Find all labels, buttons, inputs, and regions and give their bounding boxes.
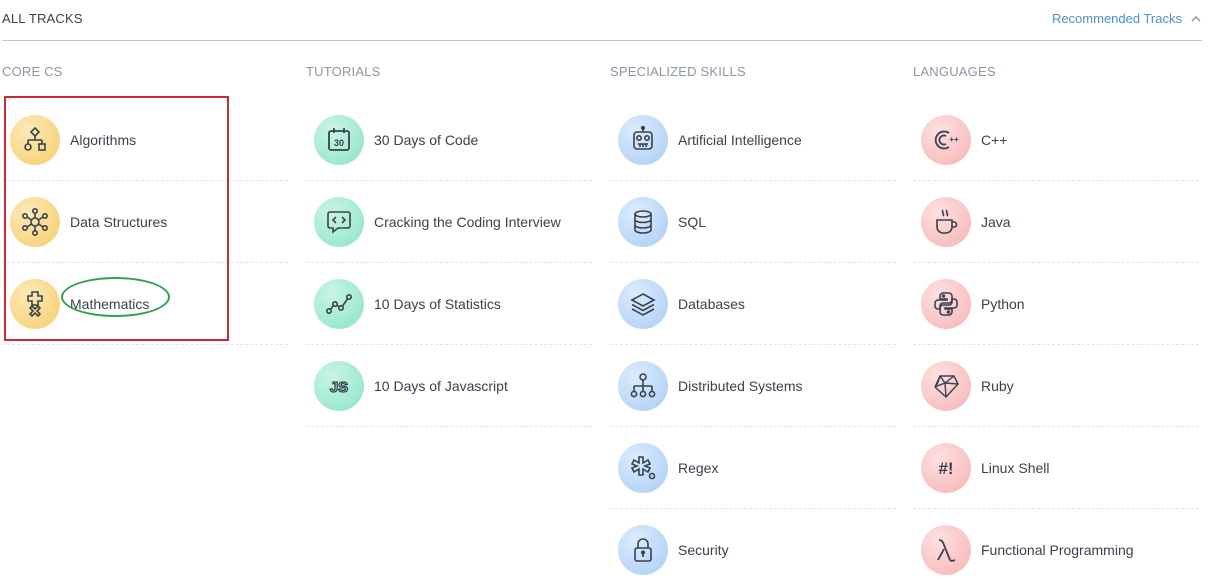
- js-icon: JS: [314, 361, 364, 411]
- code-chat-icon: [314, 197, 364, 247]
- asterisk-dot-icon: [618, 443, 668, 493]
- math-operators-icon: [10, 279, 60, 329]
- svg-text:30: 30: [334, 138, 344, 148]
- track-functional-programming[interactable]: Functional Programming: [913, 510, 1199, 584]
- track-label: Distributed Systems: [678, 378, 803, 394]
- track-label: Linux Shell: [981, 460, 1050, 476]
- calendar-30-icon: 30: [314, 115, 364, 165]
- track-databases[interactable]: Databases: [610, 264, 896, 345]
- column-languages: LANGUAGES ++ C++ Java Python Ruby #! Lin…: [913, 64, 1199, 584]
- padlock-icon: [618, 525, 668, 575]
- column-heading: LANGUAGES: [913, 64, 996, 79]
- coffee-cup-icon: [921, 197, 971, 247]
- recommended-tracks-label: Recommended Tracks: [1051, 11, 1182, 26]
- track-algorithms[interactable]: Algorithms: [2, 100, 288, 181]
- track-label: Functional Programming: [981, 542, 1134, 558]
- lambda-icon: [921, 525, 971, 575]
- database-stack-icon: [618, 197, 668, 247]
- track-label: 30 Days of Code: [374, 132, 479, 148]
- track-label: Ruby: [981, 378, 1014, 394]
- column-core-cs: CORE CS Algorithms Data Structures Mathe…: [2, 64, 288, 345]
- track-label: C++: [981, 132, 1008, 148]
- track-label: Java: [981, 214, 1011, 230]
- track-python[interactable]: Python: [913, 264, 1199, 345]
- all-tracks-page: ALL TRACKS Recommended Tracks CORE CS Al…: [0, 0, 1221, 584]
- track-label: 10 Days of Javascript: [374, 378, 508, 394]
- recommended-tracks-toggle[interactable]: Recommended Tracks: [1052, 11, 1202, 26]
- track-distributed-systems[interactable]: Distributed Systems: [610, 346, 896, 427]
- track-label: Databases: [678, 296, 745, 312]
- python-logo-icon: [921, 279, 971, 329]
- robot-icon: [618, 115, 668, 165]
- track-ruby[interactable]: Ruby: [913, 346, 1199, 427]
- column-heading: SPECIALIZED SKILLS: [610, 64, 746, 79]
- column-tutorials: TUTORIALS 30 30 Days of Code Cracking th…: [306, 64, 592, 427]
- layers-icon: [618, 279, 668, 329]
- track-sql[interactable]: SQL: [610, 182, 896, 263]
- column-heading: CORE CS: [2, 64, 63, 79]
- track-label: Cracking the Coding Interview: [374, 214, 561, 230]
- ruby-gem-icon: [921, 361, 971, 411]
- track-security[interactable]: Security: [610, 510, 896, 584]
- svg-text:JS: JS: [330, 379, 348, 396]
- cpp-icon: ++: [921, 115, 971, 165]
- track-cpp[interactable]: ++ C++: [913, 100, 1199, 181]
- track-label: Artificial Intelligence: [678, 132, 802, 148]
- track-data-structures[interactable]: Data Structures: [2, 182, 288, 263]
- chevron-up-icon: [1191, 15, 1201, 22]
- track-10-days-of-statistics[interactable]: 10 Days of Statistics: [306, 264, 592, 345]
- column-heading: TUTORIALS: [306, 64, 381, 79]
- track-java[interactable]: Java: [913, 182, 1199, 263]
- column-specialized-skills: SPECIALIZED SKILLS Artificial Intelligen…: [610, 64, 896, 584]
- track-label: Python: [981, 296, 1025, 312]
- track-label: 10 Days of Statistics: [374, 296, 501, 312]
- header-title: ALL TRACKS: [2, 11, 83, 26]
- track-label: Algorithms: [70, 132, 137, 148]
- track-linux-shell[interactable]: #! Linux Shell: [913, 428, 1199, 509]
- network-nodes-icon: [10, 197, 60, 247]
- svg-text:#!: #!: [938, 459, 953, 478]
- track-cracking-the-coding-interview[interactable]: Cracking the Coding Interview: [306, 182, 592, 263]
- track-label: SQL: [678, 214, 707, 230]
- hierarchy-icon: [618, 361, 668, 411]
- algorithm-flowchart-icon: [10, 115, 60, 165]
- shell-hash-icon: #!: [921, 443, 971, 493]
- track-mathematics[interactable]: Mathematics: [2, 264, 288, 345]
- track-regex[interactable]: Regex: [610, 428, 896, 509]
- track-label: Mathematics: [70, 296, 150, 312]
- track-10-days-of-javascript[interactable]: JS 10 Days of Javascript: [306, 346, 592, 427]
- track-30-days-of-code[interactable]: 30 30 Days of Code: [306, 100, 592, 181]
- track-artificial-intelligence[interactable]: Artificial Intelligence: [610, 100, 896, 181]
- track-label: Regex: [678, 460, 719, 476]
- track-label: Data Structures: [70, 214, 168, 230]
- line-graph-icon: [314, 279, 364, 329]
- svg-text:++: ++: [949, 135, 959, 144]
- track-label: Security: [678, 542, 729, 558]
- tracks-header: ALL TRACKS Recommended Tracks: [2, 0, 1202, 41]
